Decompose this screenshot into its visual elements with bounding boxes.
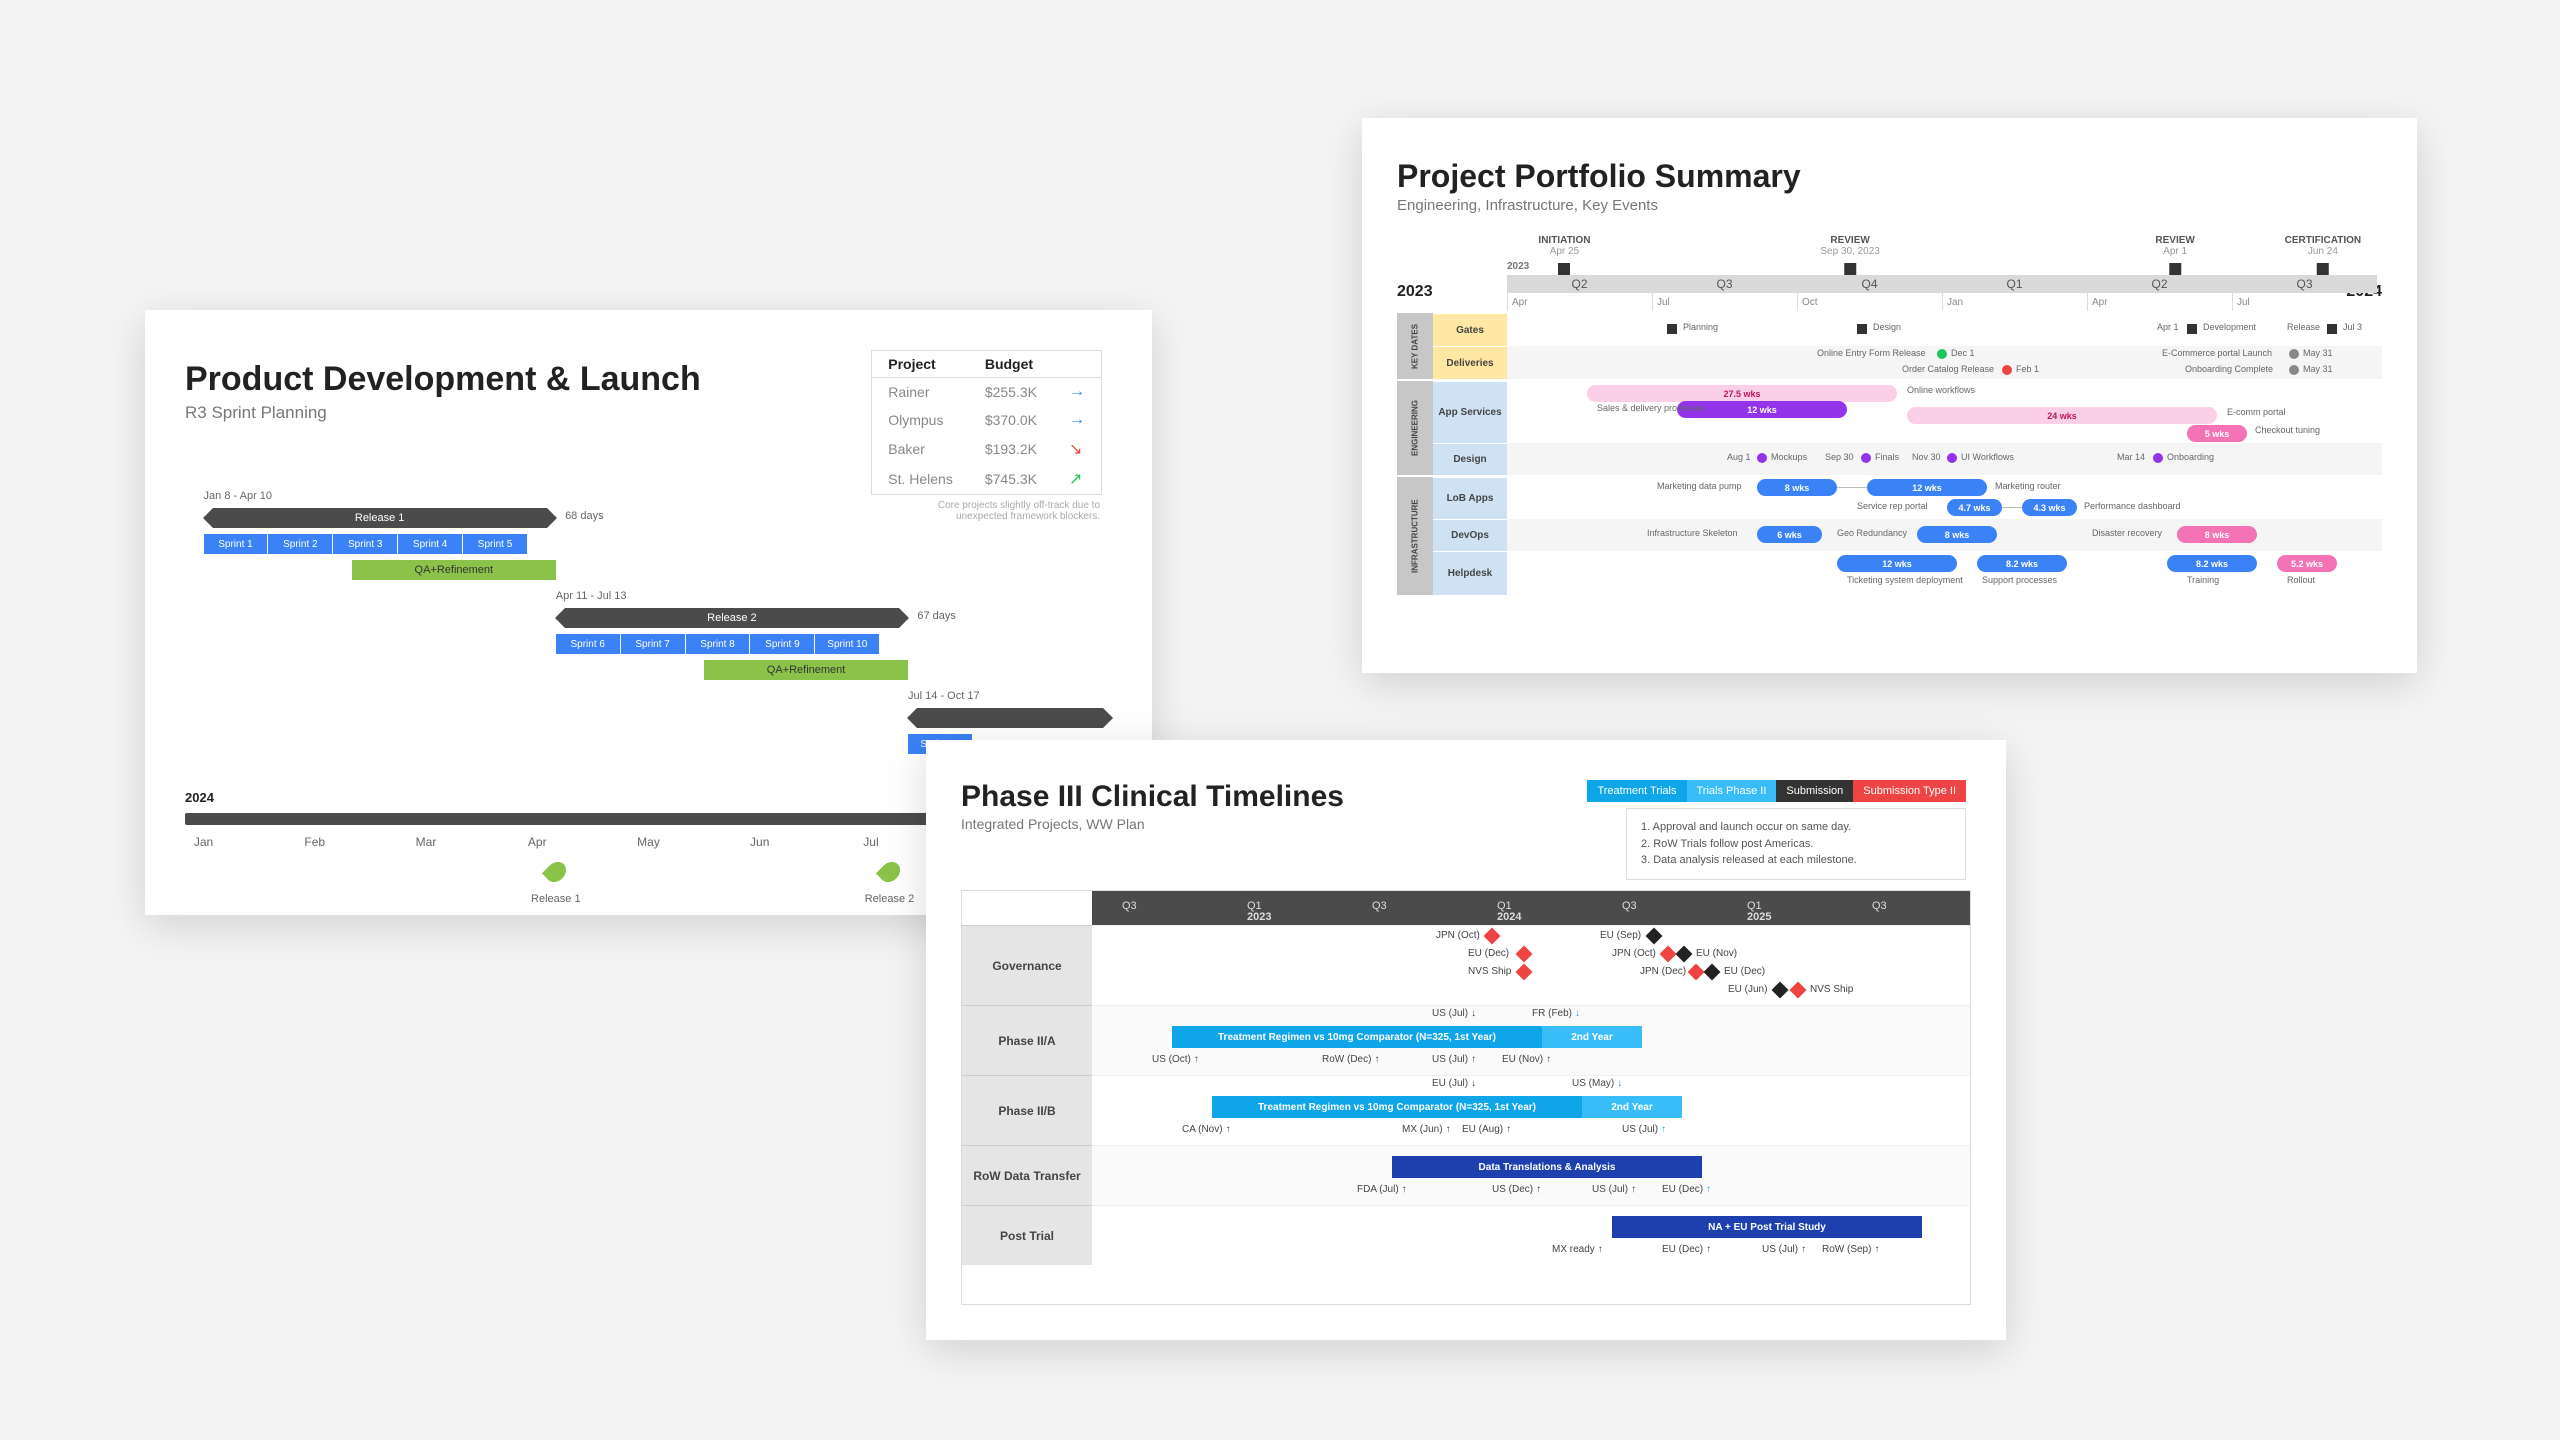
submission-icon (1484, 928, 1501, 945)
row-lob: LoB Apps (1433, 477, 1507, 519)
gate-icon (1857, 324, 1867, 334)
cat-eng: ENGINEERING (1397, 381, 1433, 475)
event-marker-icon (2317, 263, 2329, 275)
proj-0: Rainer (872, 378, 969, 407)
th-budget: Budget (969, 351, 1053, 378)
row-help: Helpdesk (1433, 551, 1507, 595)
th-project: Project (872, 351, 969, 378)
cat-infra: INFRASTRUCTURE (1397, 477, 1433, 595)
gate-icon (1667, 324, 1677, 334)
legend: Treatment Trials Trials Phase II Submiss… (1587, 780, 1966, 802)
card-portfolio: Project Portfolio Summary Engineering, I… (1362, 118, 2417, 673)
status-dot-icon (2002, 365, 2012, 375)
status-dot-icon (2289, 349, 2299, 359)
portfolio-chart: 2023 2024 INITIATIONApr 25 REVIEWSep 30,… (1397, 253, 2382, 643)
row-p2b: Phase II/B (962, 1075, 1092, 1145)
row-gov: Governance (962, 925, 1092, 1005)
status-dot-icon (1937, 349, 1947, 359)
trend-icon: → (1053, 378, 1102, 407)
row-design: Design (1433, 443, 1507, 475)
year-left: 2023 (1397, 283, 1433, 301)
trend-icon: → (1053, 406, 1102, 434)
gate-icon (2327, 324, 2337, 334)
gate-icon (2187, 324, 2197, 334)
row-app: App Services (1433, 381, 1507, 443)
budget-table: Project Budget Rainer $255.3K → Olympus … (871, 350, 1102, 495)
release-bar: Release 1 (213, 508, 547, 528)
time-header: Q3 Q1 2023 Q3 Q1 2024 Q3 Q1 2025 Q3 (1092, 891, 1970, 925)
row-deliveries: Deliveries (1433, 346, 1507, 379)
notes-box: 1. Approval and launch occur on same day… (1626, 808, 1966, 880)
row-gates: Gates (1433, 313, 1507, 346)
clinical-chart: Q3 Q1 2023 Q3 Q1 2024 Q3 Q1 2025 Q3 Gove… (961, 890, 1971, 1305)
row-p2a: Phase II/A (962, 1005, 1092, 1075)
event-marker-icon (1844, 263, 1856, 275)
sprint-chip: Sprint 1 (204, 534, 269, 554)
cardB-subtitle: Engineering, Infrastructure, Key Events (1397, 197, 2382, 214)
status-dot-icon (2289, 365, 2299, 375)
milestone-leaf-icon (542, 858, 570, 886)
trend-icon: ↘ (1053, 434, 1102, 464)
year-label: 2024 (185, 790, 214, 805)
design-dot-icon (1757, 453, 1767, 463)
event-marker-icon (2169, 263, 2181, 275)
card-clinical: Phase III Clinical Timelines Integrated … (926, 740, 2006, 1340)
milestone-leaf-icon (875, 858, 903, 886)
row-post: Post Trial (962, 1205, 1092, 1265)
qa-bar: QA+Refinement (352, 560, 556, 580)
cardB-title: Project Portfolio Summary (1397, 158, 2382, 195)
row-row: RoW Data Transfer (962, 1145, 1092, 1205)
tick: Jan (194, 835, 213, 849)
release-bar: Release 2 (565, 608, 899, 628)
row-devops: DevOps (1433, 519, 1507, 551)
treatment-bar: Treatment Regimen vs 10mg Comparator (N=… (1172, 1026, 1542, 1048)
event-marker-icon (1558, 263, 1570, 275)
release-bar (917, 708, 1102, 728)
cat-key-dates: KEY DATES (1397, 313, 1433, 379)
